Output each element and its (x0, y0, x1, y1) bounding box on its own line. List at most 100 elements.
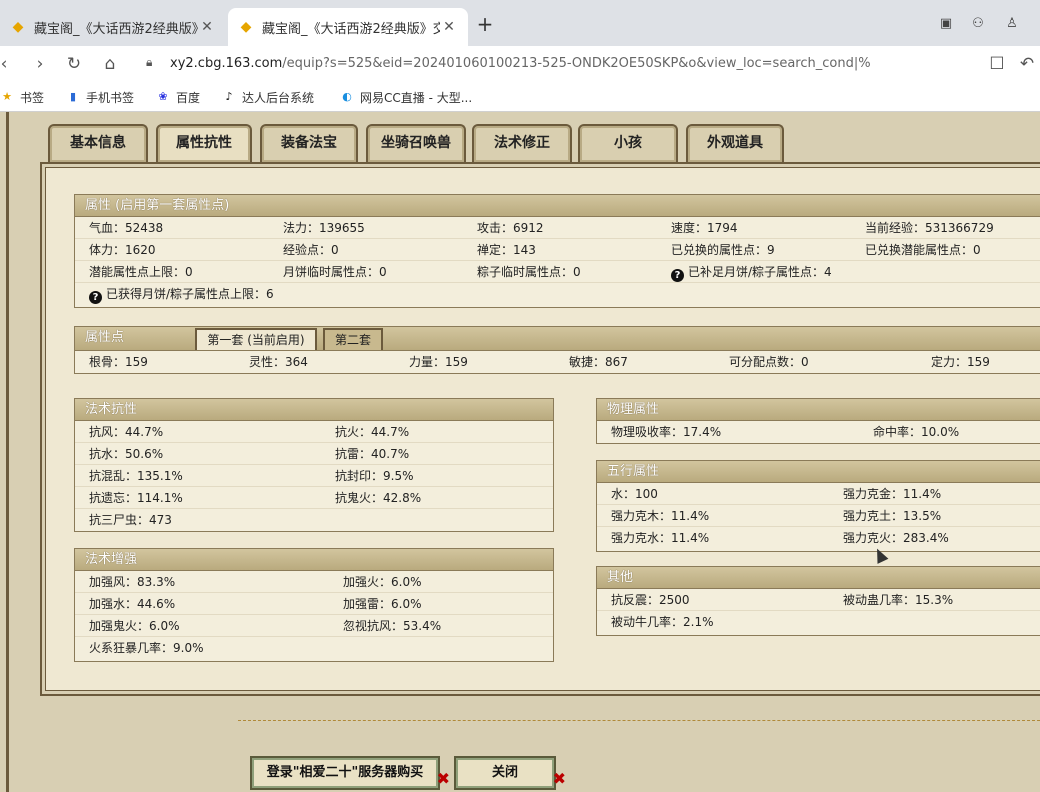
subtab-set-one[interactable]: 第一套 (当前启用) (195, 328, 317, 350)
points-cap-text: 已获得月饼/粽子属性点上限：6 (106, 287, 274, 301)
hp-value: 气血：52438 (89, 221, 164, 235)
enhance-title: 法术增强 (75, 549, 553, 571)
undo-icon[interactable]: ↶ (1015, 52, 1039, 76)
new-tab-button[interactable]: + (474, 14, 496, 36)
enhance-value: 加强风：83.3% (89, 575, 176, 589)
close-button[interactable]: 关闭 ✖ (454, 756, 566, 790)
five-value: 强力克水：11.4% (611, 531, 710, 545)
resist-section: 法术抗性 抗风：44.7% 抗火：44.7% 抗水：50.6% 抗雷：40.7%… (74, 398, 554, 532)
login-buy-button[interactable]: 登录"相爱二十"服务器购买 ✖ (250, 756, 450, 790)
bookmark-label: 网易CC直播 - 大型... (360, 90, 473, 105)
speed-value: 速度：1794 (671, 221, 738, 235)
extension-icon[interactable]: ⚇ (968, 14, 988, 34)
close-tab-icon[interactable]: ✕ (440, 19, 458, 35)
back-icon[interactable]: ‹ (0, 52, 16, 76)
physical-row: 物理吸收率：17.4% 命中率：10.0% (597, 421, 1040, 443)
browser-tab-2[interactable]: ◆ 藏宝阁_《大话西游2经典版》交易 ✕ (228, 8, 468, 46)
physical-value: 命中率：10.0% (873, 425, 960, 439)
five-elements-title: 五行属性 (597, 461, 1040, 483)
bookmark-baidu[interactable]: ❀ 百度 (156, 88, 200, 106)
resist-value: 抗三尸虫：473 (89, 513, 172, 527)
bookmark-shuqian[interactable]: ★ 书签 (0, 88, 44, 106)
resist-row: 抗混乱：135.1% 抗封印：9.5% (75, 465, 553, 487)
enhance-value: 加强鬼火：6.0% (89, 619, 180, 633)
exchanged-potential-value: 已兑换潜能属性点：0 (865, 243, 981, 257)
bone-value: 根骨：159 (89, 355, 148, 369)
resist-value: 抗鬼火：42.8% (335, 491, 422, 505)
tab-attributes[interactable]: 属性抗性 (156, 124, 252, 162)
close-mark-icon: ✖ (552, 769, 566, 788)
other-row: 抗反震：2500 被动蛊几率：15.3% (597, 589, 1040, 611)
tab-search-icon[interactable]: ▣ (936, 14, 956, 34)
resist-row: 抗风：44.7% 抗火：44.7% (75, 421, 553, 443)
mp-value: 法力：139655 (283, 221, 365, 235)
browser-tab-1[interactable]: ◆ 藏宝阁_《大话西游2经典版》交易 ✕ (0, 8, 226, 46)
spirit-value: 灵性：364 (249, 355, 308, 369)
physical-section: 物理属性 物理吸收率：17.4% 命中率：10.0% (596, 398, 1040, 444)
bookmark-label: 达人后台系统 (242, 90, 315, 105)
attr-row: 潜能属性点上限：0 月饼临时属性点：0 粽子临时属性点：0 ? 已补足月饼/粽子属… (75, 261, 1040, 283)
subtab-set-two[interactable]: 第二套 (323, 328, 383, 350)
enhance-value: 加强雷：6.0% (343, 597, 422, 611)
url-host: xy2.cbg.163.com (170, 56, 283, 71)
attributes-title: 属性 (启用第一套属性点) (75, 195, 1040, 217)
tab-appearance[interactable]: 外观道具 (686, 124, 784, 162)
zongzi-temp-value: 粽子临时属性点：0 (477, 265, 581, 279)
reading-list-icon[interactable]: ☐ (985, 52, 1009, 76)
lock-icon[interactable]: 🔒︎ (146, 55, 152, 70)
enhance-row: 加强水：44.6% 加强雷：6.0% (75, 593, 553, 615)
tab-equipment[interactable]: 装备法宝 (260, 124, 358, 162)
other-title: 其他 (597, 567, 1040, 589)
help-icon[interactable]: ? (89, 291, 102, 304)
points-row: 根骨：159 灵性：364 力量：159 敏捷：867 可分配点数：0 定力：1… (75, 351, 1040, 373)
tiktok-icon: ♪ (225, 90, 233, 103)
resist-value: 抗混乱：135.1% (89, 469, 183, 483)
close-label: 关闭 (491, 765, 518, 780)
resist-title: 法术抗性 (75, 399, 553, 421)
filled-points-text: 已补足月饼/粽子属性点：4 (688, 265, 832, 279)
enhance-value: 火系狂暴几率：9.0% (89, 641, 204, 655)
close-tab-icon[interactable]: ✕ (198, 19, 216, 35)
exchanged-points-value: 已兑换的属性点：9 (671, 243, 775, 257)
shirt-icon[interactable]: ♙ (1002, 14, 1022, 34)
star-icon: ★ (2, 90, 12, 103)
browser-tab-bar: ◆ 藏宝阁_《大话西游2经典版》交易 ✕ ◆ 藏宝阁_《大话西游2经典版》交易 … (0, 0, 1040, 46)
cc-icon: ◐ (342, 90, 352, 103)
reload-icon[interactable]: ↻ (62, 52, 86, 76)
focus-value: 定力：159 (931, 355, 990, 369)
resist-row: 抗三尸虫：473 (75, 509, 553, 531)
attributes-section: 属性 (启用第一套属性点) 气血：52438 法力：139655 攻击：6912… (74, 194, 1040, 308)
stamina-value: 体力：1620 (89, 243, 156, 257)
help-icon[interactable]: ? (671, 269, 684, 282)
home-icon[interactable]: ⌂ (98, 52, 122, 76)
mooncake-temp-value: 月饼临时属性点：0 (283, 265, 387, 279)
enhance-row: 加强风：83.3% 加强火：6.0% (75, 571, 553, 593)
enhance-value: 加强水：44.6% (89, 597, 176, 611)
address-bar: ‹ › ↻ ⌂ 🔒︎ xy2.cbg.163.com/equip?s=525&e… (0, 46, 1040, 82)
tab-mounts[interactable]: 坐骑召唤兽 (366, 124, 466, 162)
url-path: /equip?s=525&eid=202401060100213-525-OND… (282, 56, 870, 71)
other-section: 其他 抗反震：2500 被动蛊几率：15.3% 被动牛几率：2.1% (596, 566, 1040, 636)
enhance-section: 法术增强 加强风：83.3% 加强火：6.0% 加强水：44.6% 加强雷：6.… (74, 548, 554, 662)
forward-icon[interactable]: › (28, 52, 52, 76)
attr-row: ? 已获得月饼/粽子属性点上限：6 (75, 283, 1040, 305)
bookmarks-bar: ★ 书签 ▮ 手机书签 ❀ 百度 ♪ 达人后台系统 ◐ 网易CC直播 - 大型... (0, 82, 1040, 112)
bookmark-cc[interactable]: ◐ 网易CC直播 - 大型... (340, 88, 472, 106)
tab-spell-mods[interactable]: 法术修正 (472, 124, 572, 162)
resist-value: 抗雷：40.7% (335, 447, 410, 461)
bookmark-daren[interactable]: ♪ 达人后台系统 (222, 88, 314, 106)
tab-basic-info[interactable]: 基本信息 (48, 124, 148, 162)
five-value: 强力克金：11.4% (843, 487, 942, 501)
enhance-row: 加强鬼火：6.0% 忽视抗风：53.4% (75, 615, 553, 637)
enhance-value: 忽视抗风：53.4% (343, 619, 442, 633)
physical-title: 物理属性 (597, 399, 1040, 421)
potential-cap-value: 潜能属性点上限：0 (89, 265, 193, 279)
other-value: 被动牛几率：2.1% (611, 615, 714, 629)
folder-icon: ▮ (69, 90, 77, 103)
url-field[interactable]: xy2.cbg.163.com/equip?s=525&eid=20240106… (170, 56, 870, 71)
bookmark-mobile[interactable]: ▮ 手机书签 (66, 88, 134, 106)
page-border (6, 112, 9, 792)
tab-child[interactable]: 小孩 (578, 124, 678, 162)
five-value: 强力克火：283.4% (843, 531, 949, 545)
five-row: 强力克水：11.4% 强力克火：283.4% (597, 527, 1040, 549)
